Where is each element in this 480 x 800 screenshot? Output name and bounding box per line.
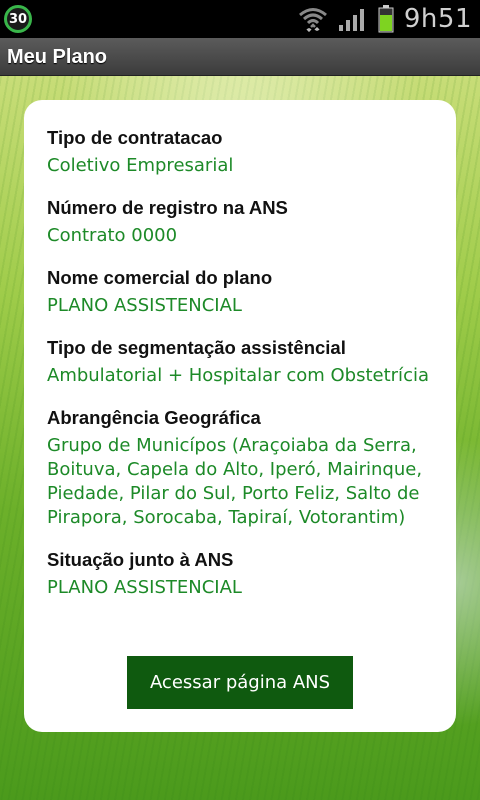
field-abrangencia: Abrangência Geográfica Grupo de Municípo… (47, 406, 456, 530)
status-bar: 30 9h51 (0, 0, 480, 38)
status-time: 9h51 (403, 4, 472, 34)
field-value: PLANO ASSISTENCIAL (47, 577, 242, 598)
battery-icon (378, 5, 394, 33)
field-segmentacao: Tipo de segmentação assistêncial Ambulat… (47, 336, 456, 388)
access-ans-button[interactable]: Acessar página ANS (127, 656, 353, 709)
badge-count: 30 (8, 11, 28, 27)
field-value: Grupo de Municípos (Araçoiaba da Serra, … (47, 435, 423, 528)
status-icons: 9h51 (298, 0, 472, 38)
field-registro-ans: Número de registro na ANS Contrato 0000 (47, 196, 456, 248)
field-label: Abrangência Geográfica (47, 407, 261, 428)
signal-icon (338, 6, 368, 32)
plan-card: Tipo de contratacao Coletivo Empresarial… (24, 100, 456, 732)
field-label: Nome comercial do plano (47, 267, 273, 288)
field-label: Tipo de segmentação assistêncial (47, 337, 346, 358)
page-title: Meu Plano (7, 46, 108, 68)
field-label: Tipo de contratacao (47, 127, 223, 148)
field-label: Número de registro na ANS (47, 197, 288, 218)
field-value: Ambulatorial + Hospitalar com Obstetríci… (47, 365, 429, 386)
wifi-icon (298, 6, 328, 32)
field-value: Contrato 0000 (47, 225, 178, 246)
field-value: PLANO ASSISTENCIAL (47, 295, 242, 316)
field-value: Coletivo Empresarial (47, 155, 234, 176)
notification-badge[interactable]: 30 (4, 5, 32, 33)
field-label: Situação junto à ANS (47, 549, 234, 570)
field-situacao: Situação junto à ANS PLANO ASSISTENCIAL (47, 548, 456, 600)
field-tipo-contratacao: Tipo de contratacao Coletivo Empresarial (47, 126, 456, 178)
title-bar: Meu Plano (0, 38, 480, 76)
field-nome-comercial: Nome comercial do plano PLANO ASSISTENCI… (47, 266, 456, 318)
